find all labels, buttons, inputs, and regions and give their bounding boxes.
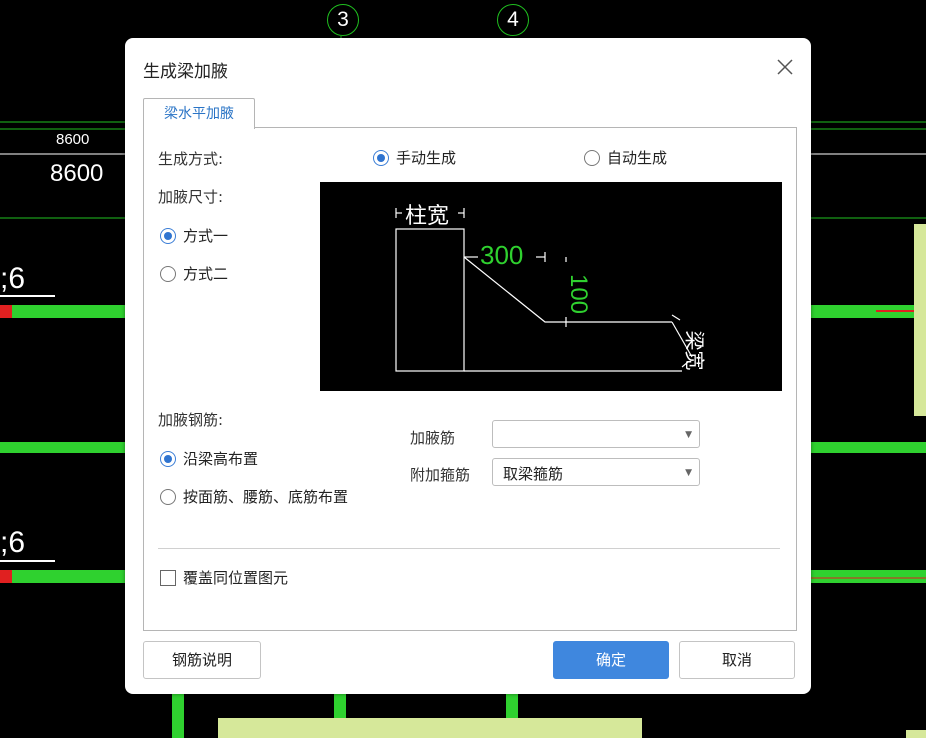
- radio-along-beam-height[interactable]: 沿梁高布置: [160, 448, 258, 469]
- radio-size-1-dot: [160, 227, 176, 244]
- overwrite-checkbox[interactable]: 覆盖同位置图元: [160, 567, 288, 588]
- radio-manual-label: 手动生成: [396, 149, 457, 167]
- close-icon[interactable]: [773, 55, 797, 79]
- radio-manual-generate[interactable]: 手动生成: [373, 147, 456, 168]
- radio-size-2-dot: [160, 265, 176, 282]
- radio-size-mode-1[interactable]: 方式一: [160, 225, 228, 246]
- column-yellow-bottom: [218, 718, 642, 738]
- haunch-diagram-svg: [395, 208, 693, 372]
- column-green-bottom-1: [172, 694, 184, 738]
- dim-text-small: 8600: [56, 131, 90, 148]
- gen-mode-label: 生成方式:: [158, 150, 224, 168]
- divider: [158, 548, 780, 549]
- haunch-preview-diagram: 柱宽 300 100 梁宽: [320, 182, 782, 391]
- radio-size-mode-2[interactable]: 方式二: [160, 263, 228, 284]
- dialog-title: 生成梁加腋: [143, 62, 228, 82]
- beam-red-mark-lower: [0, 570, 12, 583]
- radio-auto-dot: [584, 149, 600, 166]
- dim-text-large: 8600: [50, 160, 104, 187]
- tab-panel: 生成方式: 手动生成 自动生成 加腋尺寸: 方式一 方式二 柱宽 300 100…: [143, 127, 797, 631]
- haunch-rebar-select[interactable]: ▼: [492, 420, 700, 448]
- column-yellow-corner: [906, 730, 926, 738]
- overwrite-checkbox-box: [160, 569, 176, 586]
- chevron-down-icon: ▼: [685, 468, 692, 478]
- column-yellow-right: [914, 224, 926, 416]
- axis-bubble-3: 3: [327, 4, 359, 36]
- preview-beam-width-label: 梁宽: [682, 330, 705, 371]
- haunch-rebar-label: 加腋筋: [410, 429, 456, 447]
- chevron-down-icon: ▼: [685, 430, 692, 440]
- overwrite-checkbox-label: 覆盖同位置图元: [183, 569, 289, 587]
- radio-by-face-waist-bottom[interactable]: 按面筋、腰筋、底筋布置: [160, 486, 348, 507]
- rebar-help-button[interactable]: 钢筋说明: [143, 641, 261, 679]
- radio-rebar-2-label: 按面筋、腰筋、底筋布置: [183, 488, 349, 506]
- cad-label-upper: ;6: [0, 262, 26, 295]
- axis-bubble-4: 4: [497, 4, 529, 36]
- preview-dim-300: 300: [480, 240, 524, 270]
- generate-beam-haunch-dialog: 生成梁加腋 梁水平加腋 生成方式: 手动生成 自动生成 加腋尺寸: 方式一 方式…: [125, 38, 811, 694]
- stirrup-label: 附加箍筋: [410, 466, 471, 484]
- radio-size-2-label: 方式二: [183, 265, 229, 283]
- stirrup-value: 取梁箍筋: [503, 465, 564, 483]
- stirrup-select[interactable]: 取梁箍筋 ▼: [492, 458, 700, 486]
- rebar-label: 加腋钢筋:: [158, 411, 224, 429]
- radio-rebar-2-dot: [160, 488, 176, 505]
- tab-beam-horizontal-haunch[interactable]: 梁水平加腋: [143, 98, 255, 129]
- radio-auto-label: 自动生成: [607, 149, 668, 167]
- preview-col-width-label: 柱宽: [405, 203, 450, 228]
- cad-label-lower: ;6: [0, 526, 26, 559]
- ok-button[interactable]: 确定: [553, 641, 669, 679]
- beam-red-mark-upper: [0, 305, 12, 318]
- radio-auto-generate[interactable]: 自动生成: [584, 147, 667, 168]
- radio-rebar-1-label: 沿梁高布置: [183, 450, 259, 468]
- cancel-button[interactable]: 取消: [679, 641, 795, 679]
- size-label: 加腋尺寸:: [158, 188, 224, 206]
- radio-size-1-label: 方式一: [183, 227, 229, 245]
- preview-dim-100: 100: [565, 273, 593, 315]
- radio-rebar-1-dot: [160, 450, 176, 467]
- radio-manual-dot: [373, 149, 389, 166]
